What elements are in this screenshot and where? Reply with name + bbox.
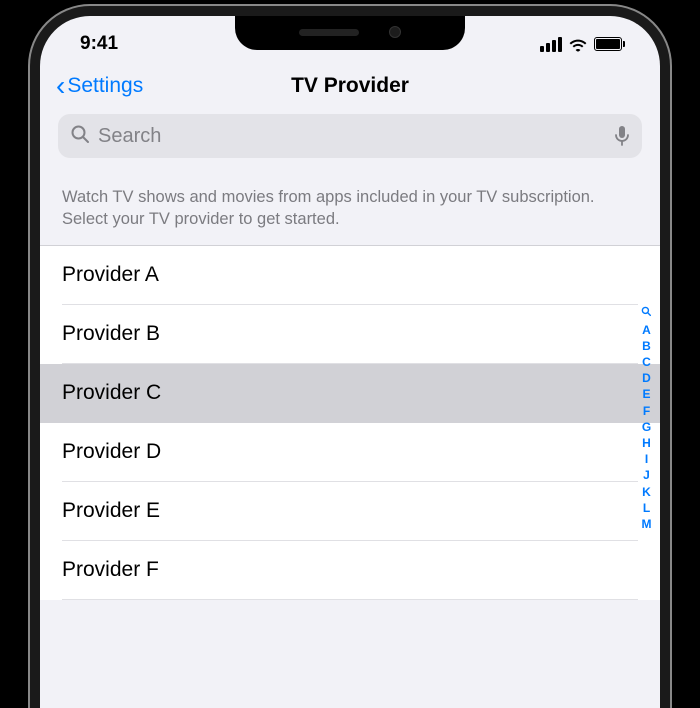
search-input[interactable] bbox=[98, 125, 614, 148]
index-letter[interactable]: H bbox=[638, 435, 655, 451]
provider-name: Provider C bbox=[62, 381, 638, 423]
provider-name: Provider D bbox=[62, 440, 638, 482]
mic-icon[interactable] bbox=[614, 125, 630, 147]
back-button[interactable]: ‹ Settings bbox=[56, 72, 143, 100]
provider-row[interactable]: Provider C bbox=[40, 364, 660, 423]
search-field[interactable] bbox=[58, 114, 642, 158]
index-letter[interactable]: D bbox=[638, 370, 655, 386]
index-letter[interactable]: C bbox=[638, 354, 655, 370]
index-letter[interactable]: L bbox=[639, 500, 654, 516]
battery-icon bbox=[594, 37, 622, 51]
provider-name: Provider B bbox=[62, 322, 638, 364]
back-label: Settings bbox=[67, 74, 143, 98]
provider-row[interactable]: Provider E bbox=[40, 482, 660, 541]
provider-name: Provider E bbox=[62, 499, 638, 541]
provider-list: Provider A Provider B Provider C Provider D… bbox=[40, 246, 660, 600]
index-letter[interactable]: I bbox=[641, 451, 652, 467]
search-icon bbox=[70, 124, 90, 149]
provider-row[interactable]: Provider D bbox=[40, 423, 660, 482]
index-letter[interactable]: K bbox=[638, 484, 655, 500]
index-letter[interactable]: M bbox=[638, 516, 656, 532]
index-search-icon[interactable] bbox=[637, 306, 656, 322]
provider-name: Provider F bbox=[62, 558, 638, 600]
index-letter[interactable]: J bbox=[639, 467, 654, 483]
index-letter[interactable]: E bbox=[638, 386, 654, 402]
cellular-signal-icon bbox=[540, 37, 562, 52]
provider-name: Provider A bbox=[62, 263, 638, 305]
section-description: Watch TV shows and movies from apps incl… bbox=[40, 170, 660, 246]
index-letter[interactable]: B bbox=[638, 338, 655, 354]
index-letter[interactable]: F bbox=[639, 403, 654, 419]
index-letter[interactable]: G bbox=[638, 419, 655, 435]
provider-row[interactable]: Provider F bbox=[40, 541, 660, 600]
status-time: 9:41 bbox=[80, 33, 118, 55]
wifi-icon bbox=[568, 37, 588, 52]
index-letter[interactable]: A bbox=[638, 322, 655, 338]
navigation-bar: ‹ Settings TV Provider bbox=[40, 66, 660, 110]
provider-row[interactable]: Provider B bbox=[40, 305, 660, 364]
provider-row[interactable]: Provider A bbox=[40, 246, 660, 305]
section-index: ABCDEFGHIJKLM bbox=[637, 306, 656, 533]
chevron-left-icon: ‹ bbox=[56, 72, 65, 100]
